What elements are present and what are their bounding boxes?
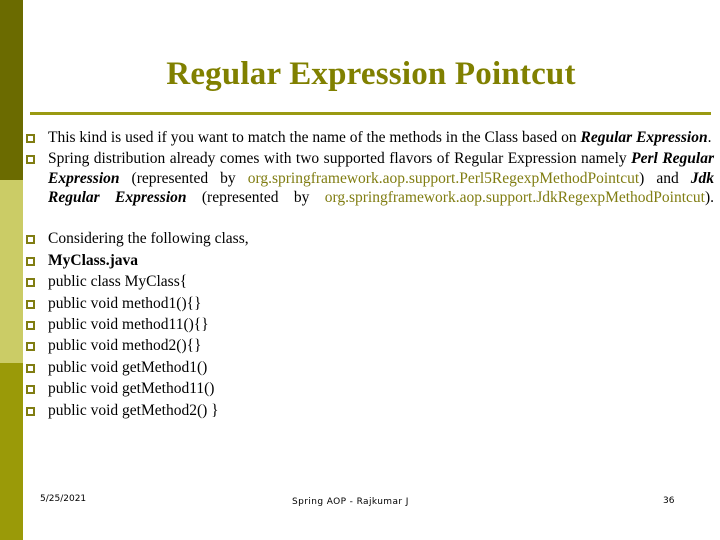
sidebar-segment-middle [0, 180, 23, 363]
bullet-2-seg-4: (represented by [186, 189, 325, 207]
bullet-1-tail: . [707, 129, 712, 146]
bullet-item: Considering the following class, [26, 229, 714, 248]
bullet-item: public void getMethod2() } [26, 401, 714, 420]
sidebar-segment-top [0, 0, 23, 180]
square-bullet-icon [26, 134, 35, 143]
bullet-item: Spring distribution already comes with t… [26, 149, 714, 227]
bullet-item: public class MyClass{ [26, 272, 714, 291]
square-bullet-icon [26, 256, 35, 266]
footer-date: 5/25/2021 [40, 494, 87, 504]
code-line: public void method2(){} [48, 337, 202, 355]
bullet-item: public void method11(){} [26, 315, 714, 334]
code-line: public void method1(){} [48, 294, 202, 312]
code-line: public class MyClass{ [48, 273, 188, 291]
square-bullet-icon [26, 299, 35, 309]
bullet-item: public void getMethod1() [26, 358, 714, 377]
page-title: Regular Expression Pointcut [166, 56, 576, 92]
bullet-filename: MyClass.java [48, 251, 138, 269]
sidebar-segment-bottom [0, 363, 23, 540]
bullet-item: public void method2(){} [26, 336, 714, 355]
square-bullet-icon [26, 406, 35, 416]
code-line: public void getMethod1() [48, 358, 208, 376]
code-line: public void getMethod11() [48, 380, 215, 398]
bullet-text: Spring distribution already comes with t… [48, 149, 714, 227]
code-line: public void method11(){} [48, 315, 209, 333]
title-divider [30, 112, 711, 115]
bullet-item: This kind is used if you want to match t… [26, 128, 714, 147]
slide-body: This kind is used if you want to match t… [26, 128, 714, 420]
bullet-text: Considering the following class, [48, 230, 249, 248]
square-bullet-icon [26, 235, 35, 245]
bullet-item: public void method1(){} [26, 294, 714, 313]
bullet-2-perl-class: org.springframework.aop.support.Perl5Reg… [247, 169, 640, 187]
square-bullet-icon [26, 320, 35, 330]
bullet-2-seg-5: ). [704, 189, 715, 207]
square-bullet-icon [26, 155, 35, 165]
square-bullet-icon [26, 385, 35, 395]
bullet-item: MyClass.java [26, 251, 714, 270]
square-bullet-icon [26, 363, 35, 373]
bullet-2-seg-2: (represented by [119, 169, 248, 187]
bullet-text: This kind is used if you want to match t… [48, 128, 714, 147]
footer-center-text: Spring AOP - Rajkumar J [292, 497, 409, 507]
bullet-2-jdk-class: org.springframework.aop.support.JdkRegex… [324, 189, 705, 207]
bullet-1-lead: This kind is used if you want to match t… [48, 129, 581, 146]
square-bullet-icon [26, 342, 35, 352]
slide-number: 36 [663, 496, 675, 506]
code-line: public void getMethod2() } [48, 401, 219, 419]
square-bullet-icon [26, 278, 35, 288]
bullet-2-seg-3: ) and [639, 169, 691, 187]
bullet-2-seg-1: Spring distribution already comes with t… [48, 150, 632, 168]
bullet-1-emphasis: Regular Expression [580, 129, 708, 146]
slide: Regular Expression Pointcut This kind is… [0, 0, 720, 540]
bullet-item: public void getMethod11() [26, 379, 714, 398]
